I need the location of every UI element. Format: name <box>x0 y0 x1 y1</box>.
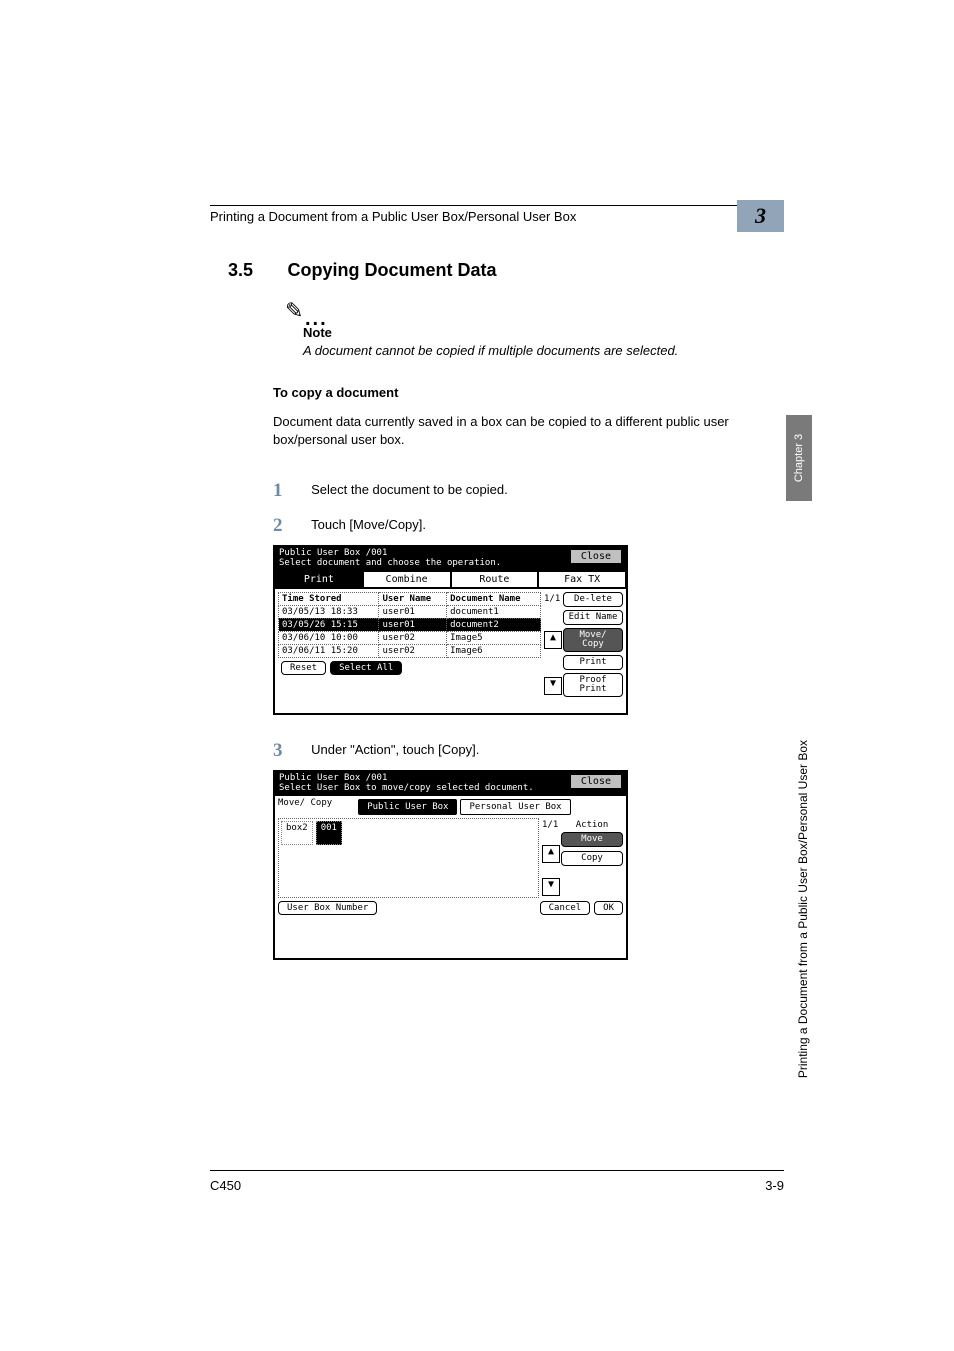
reset-button[interactable]: Reset <box>281 661 326 675</box>
shot1-title2: User Box /001 <box>317 548 387 558</box>
delete-button[interactable]: De-lete <box>563 592 623 607</box>
tab-public-user-box[interactable]: Public User Box <box>358 799 457 815</box>
step-text-2: Touch [Move/Copy]. <box>311 517 426 532</box>
note-body: A document cannot be copied if multiple … <box>303 343 678 358</box>
close-button[interactable]: Close <box>570 549 622 564</box>
table-row[interactable]: 03/05/13 18:33 user01 document1 <box>279 605 541 618</box>
step-number-3: 3 <box>273 740 283 761</box>
table-row[interactable]: 03/06/11 15:20 user02 Image6 <box>279 644 541 657</box>
cancel-button[interactable]: Cancel <box>540 901 591 915</box>
side-chapter-tab: Chapter 3 <box>786 415 812 501</box>
col-doc: Document Name <box>447 592 541 605</box>
shot1-title1: Public <box>279 548 312 558</box>
step-text-3: Under "Action", touch [Copy]. <box>311 742 479 757</box>
footer-right: 3-9 <box>765 1178 784 1193</box>
screenshot-document-list: Public User Box /001 Select document and… <box>273 545 628 715</box>
shot2-title2: User Box /001 <box>317 773 387 783</box>
note-hand-icon: ✎ <box>285 298 303 324</box>
action-label: Action <box>561 818 623 832</box>
move-button[interactable]: Move <box>561 832 623 847</box>
footer-left: C450 <box>210 1178 241 1193</box>
tab-route[interactable]: Route <box>451 571 539 588</box>
tab-combine[interactable]: Combine <box>363 571 451 588</box>
scroll-up-icon[interactable]: ▲ <box>542 845 560 863</box>
note-label: Note <box>303 325 332 340</box>
shot2-title1: Public <box>279 773 312 783</box>
scroll-down-icon[interactable]: ▼ <box>544 677 562 695</box>
chapter-badge: 3 <box>737 200 784 232</box>
ok-button[interactable]: OK <box>594 901 623 915</box>
shot2-instruction: Select User Box to move/copy selected do… <box>279 783 534 793</box>
scroll-up-icon[interactable]: ▲ <box>544 631 562 649</box>
side-vertical-title: Printing a Document from a Public User B… <box>796 740 810 1078</box>
tab-personal-user-box[interactable]: Personal User Box <box>460 799 570 815</box>
print-button[interactable]: Print <box>563 655 623 670</box>
select-all-button[interactable]: Select All <box>330 661 402 675</box>
folder-001[interactable]: 001 <box>316 821 342 845</box>
step-text-1: Select the document to be copied. <box>311 482 508 497</box>
edit-name-button[interactable]: Edit Name <box>563 610 623 625</box>
subheading: To copy a document <box>273 385 398 400</box>
copy-button[interactable]: Copy <box>561 851 623 866</box>
tab-print[interactable]: Print <box>275 571 363 588</box>
page-indicator: 1/1 <box>544 594 560 604</box>
user-box-number-button[interactable]: User Box Number <box>278 901 377 915</box>
step-number-1: 1 <box>273 480 283 501</box>
screenshot-move-copy: Public User Box /001 Select User Box to … <box>273 770 628 960</box>
header-breadcrumb: Printing a Document from a Public User B… <box>210 209 576 224</box>
col-time[interactable]: Time Stored <box>279 592 379 605</box>
section-title: Copying Document Data <box>287 260 496 280</box>
step-number-2: 2 <box>273 515 283 536</box>
table-row[interactable]: 03/05/26 15:15 user01 document2 <box>279 618 541 631</box>
table-row[interactable]: 03/06/10 10:00 user02 Image5 <box>279 631 541 644</box>
intro-paragraph: Document data currently saved in a box c… <box>273 413 743 448</box>
shot1-instruction: Select document and choose the operation… <box>279 558 501 568</box>
move-copy-button[interactable]: Move/ Copy <box>563 628 623 652</box>
close-button[interactable]: Close <box>570 774 622 789</box>
proof-print-button[interactable]: Proof Print <box>563 673 623 697</box>
scroll-down-icon[interactable]: ▼ <box>542 878 560 896</box>
col-user: User Name <box>379 592 447 605</box>
tab-fax-tx[interactable]: Fax TX <box>538 571 626 588</box>
page-indicator: 1/1 <box>542 820 558 830</box>
move-copy-label: Move/ Copy <box>278 799 332 815</box>
folder-box2[interactable]: box2 <box>281 821 313 845</box>
section-number: 3.5 <box>228 260 253 280</box>
